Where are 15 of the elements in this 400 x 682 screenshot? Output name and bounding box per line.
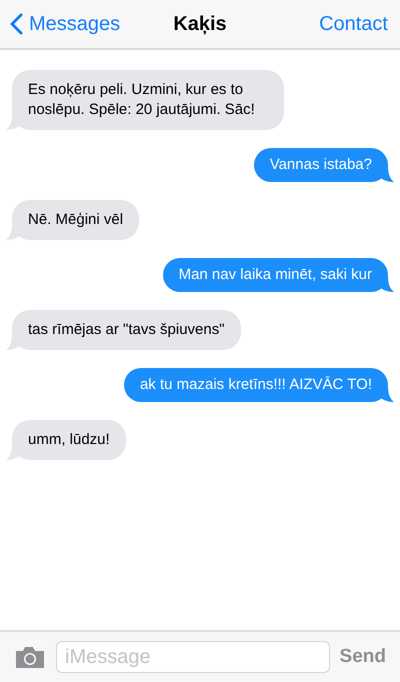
chat-title: Kaķis [173,12,227,34]
message-input-field[interactable]: iMessage [56,641,330,673]
send-button[interactable]: Send [340,646,386,668]
contact-link[interactable]: Contact [319,12,388,36]
back-link[interactable]: Messages [10,12,120,36]
sent-message: Vannas istaba? [254,148,394,182]
back-label[interactable]: Messages [29,12,120,36]
received-message: Nē. Mēģini vēl [6,200,140,240]
received-message: Es noķēru peli. Uzmini, kur es to noslēpu. Spēle: 20 jautājumi. Sāc! [6,70,284,130]
sent-message: ak tu mazais kretīns!!! AIZVĀC TO! [124,368,394,402]
received-message: tas rīmējas ar "tavs špiuvens" [6,310,241,350]
camera-icon[interactable] [14,645,46,669]
back-chevron-icon [10,13,23,35]
received-message: umm, lūdzu! [6,420,126,460]
sent-message: Man nav laika minēt, saki kur [162,258,394,292]
